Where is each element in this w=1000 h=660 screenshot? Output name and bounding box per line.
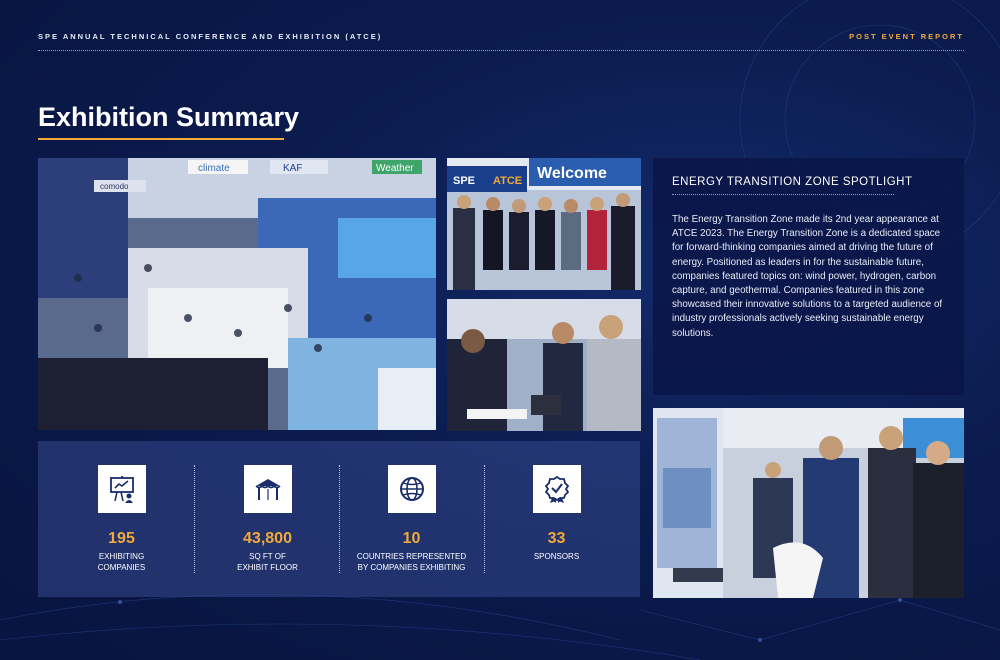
exhibition-stats-panel: 195 EXHIBITING COMPANIES 43,800 SQ FT OF…: [38, 441, 640, 597]
stat-label: SPONSORS: [533, 552, 580, 561]
spotlight-title: ENERGY TRANSITION ZONE SPOTLIGHT: [672, 176, 913, 188]
stat-countries: 10 COUNTRIES REPRESENTED BY COMPANIES EX…: [339, 465, 484, 573]
spotlight-body: The Energy Transition Zone made its 2nd …: [672, 214, 943, 339]
hall-sign-kaf: KAF: [283, 163, 302, 174]
stat-value: 43,800: [243, 530, 292, 547]
booth-conversation-photo: [447, 299, 641, 431]
booth-sign-welcome: Welcome: [537, 165, 607, 182]
booth-tent-icon: [243, 465, 292, 513]
presentation-icon: [97, 465, 146, 513]
hall-sign-comodo: comodo: [100, 182, 129, 191]
exhibition-hall-photo: climate KAF Weather comodo: [38, 158, 436, 430]
globe-icon: [387, 465, 436, 513]
hall-sign-weather: Weather: [376, 163, 414, 174]
event-title: SPE ANNUAL TECHNICAL CONFERENCE AND EXHI…: [38, 32, 383, 41]
stat-label: SQ FT OF EXHIBIT FLOOR: [237, 552, 298, 572]
stat-exhibiting-companies: 195 EXHIBITING COMPANIES: [49, 465, 194, 573]
stat-value: 195: [108, 530, 135, 547]
stat-value: 33: [547, 530, 566, 547]
energy-transition-spotlight-panel: ENERGY TRANSITION ZONE SPOTLIGHT The Ene…: [653, 158, 964, 395]
stat-label: EXHIBITING COMPANIES: [97, 552, 146, 572]
stat-value: 10: [402, 530, 421, 547]
spotlight-divider: [672, 194, 894, 195]
header-divider: [38, 50, 964, 51]
hall-sign-climate: climate: [198, 163, 230, 174]
award-badge-icon: [532, 465, 581, 513]
stat-label: COUNTRIES REPRESENTED BY COMPANIES EXHIB…: [356, 552, 467, 572]
welcome-team-photo: SPE ATCE Welcome: [447, 158, 641, 290]
title-underline: [38, 138, 284, 140]
page-title: Exhibition Summary: [38, 102, 300, 132]
booth-sign-atce: ATCE: [493, 175, 522, 187]
stat-sponsors: 33 SPONSORS: [484, 465, 629, 562]
report-type-label: POST EVENT REPORT: [849, 32, 964, 41]
energy-transition-zone-photo: [653, 408, 964, 598]
booth-sign-spe: SPE: [453, 175, 475, 187]
stat-exhibit-floor: 43,800 SQ FT OF EXHIBIT FLOOR: [195, 465, 340, 573]
